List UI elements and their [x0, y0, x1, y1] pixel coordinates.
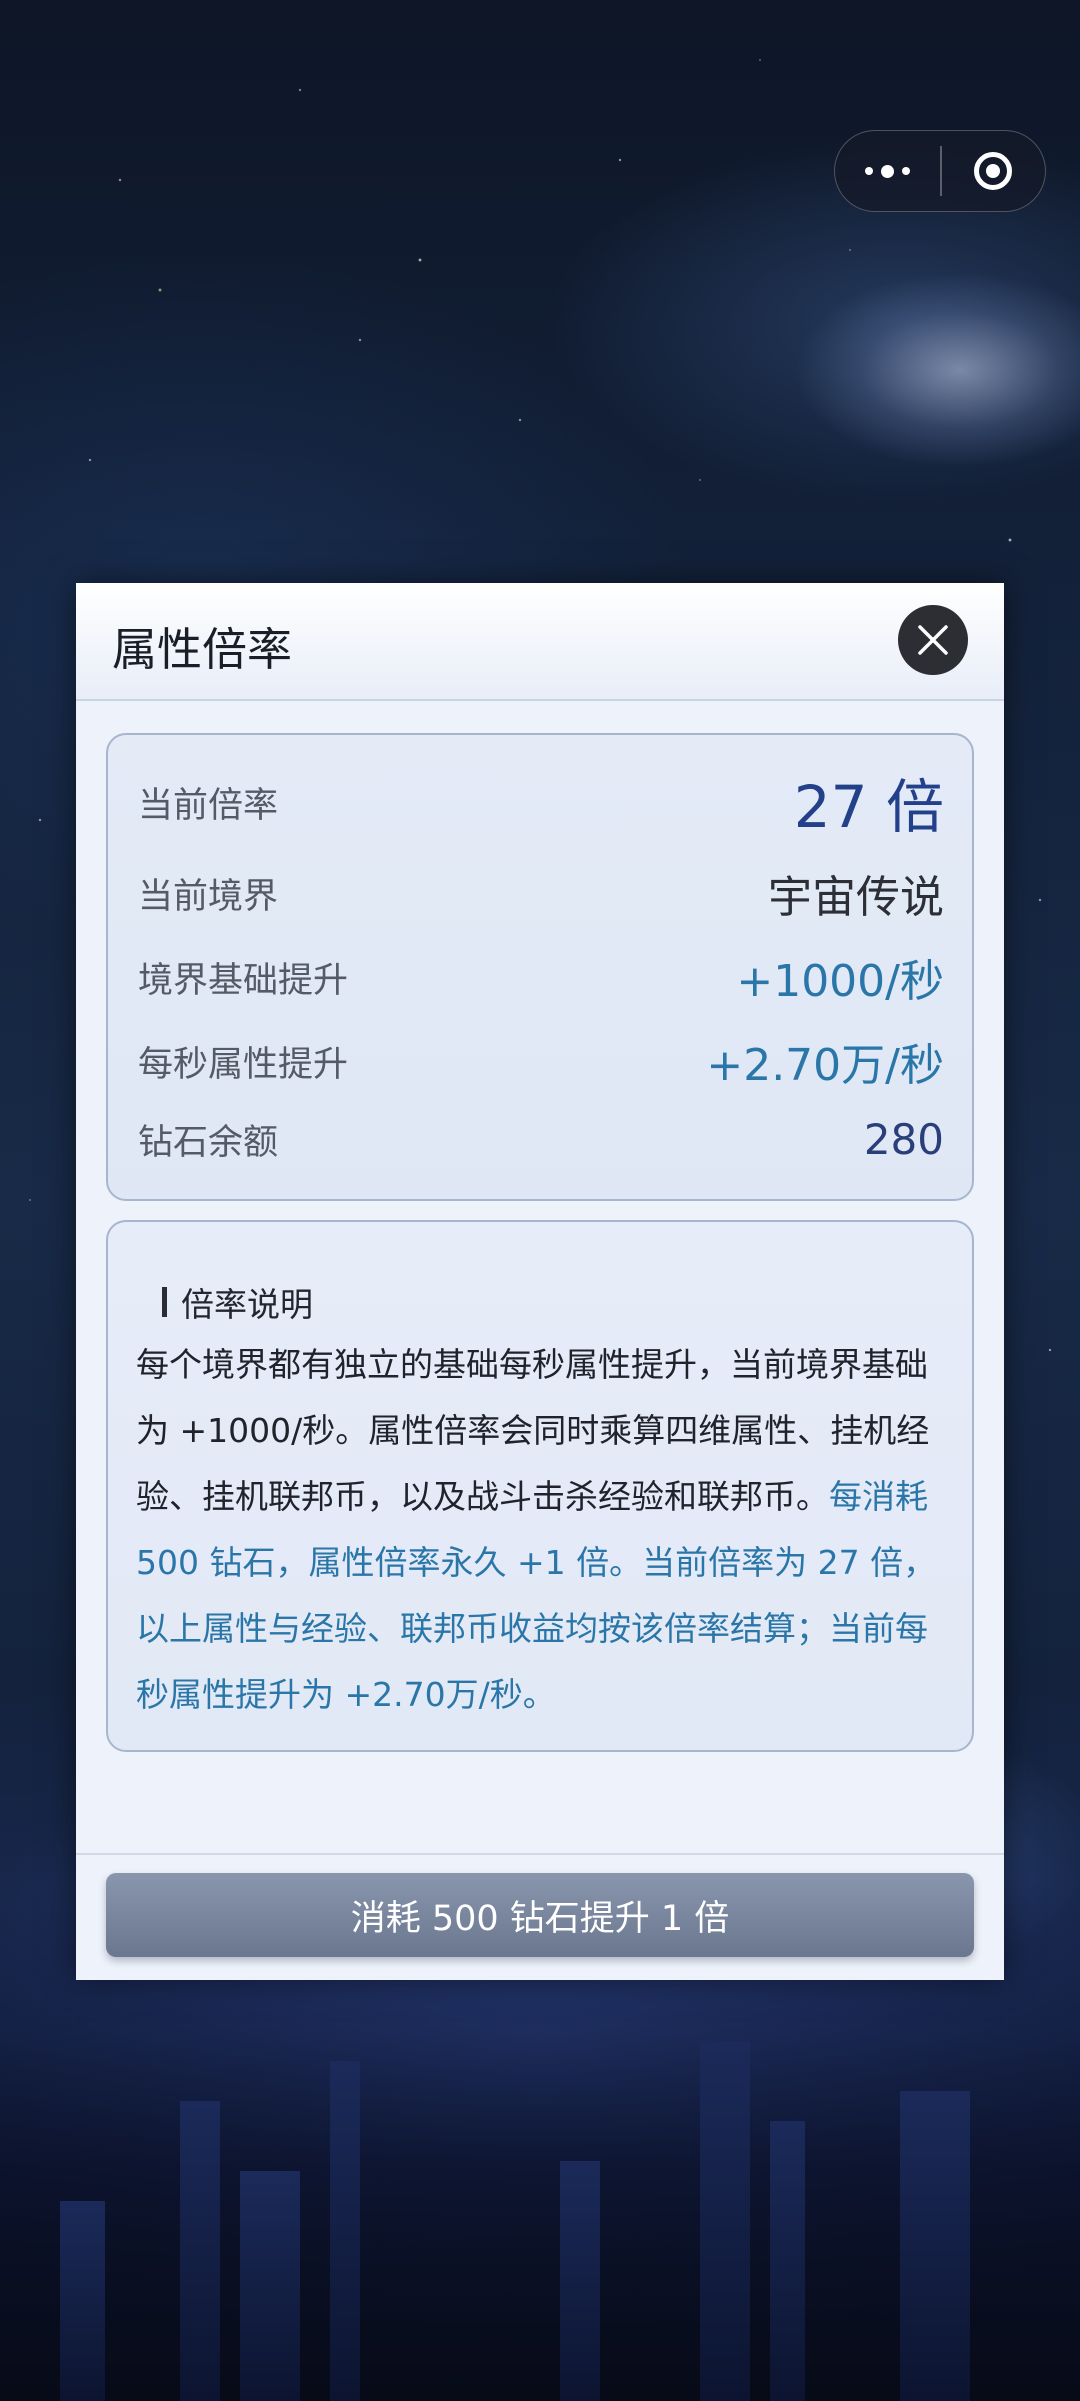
mini-program-capsule — [834, 130, 1046, 212]
modal-header: 属性倍率 — [76, 583, 1004, 701]
multiplier-modal: 属性倍率 当前倍率 27 倍 当前境界 宇宙传说 境界基础提升 +1000/秒 … — [76, 583, 1004, 1980]
stat-label: 境界基础提升 — [138, 960, 349, 1001]
stat-label: 钻石余额 — [138, 1122, 279, 1163]
stat-label: 当前倍率 — [138, 785, 279, 826]
stat-label: 当前境界 — [138, 876, 279, 917]
stat-row-base-boost: 境界基础提升 +1000/秒 — [138, 947, 944, 1007]
stat-label: 每秒属性提升 — [138, 1044, 349, 1085]
current-realm-value: 宇宙传说 — [768, 872, 944, 923]
description-body: 每个境界都有独立的基础每秒属性提升，当前境界基础为 +1000/秒。属性倍率会同… — [136, 1345, 930, 1516]
description-text: 每个境界都有独立的基础每秒属性提升，当前境界基础为 +1000/秒。属性倍率会同… — [136, 1332, 942, 1728]
close-button[interactable] — [898, 605, 968, 675]
stat-row-per-second: 每秒属性提升 +2.70万/秒 — [138, 1031, 944, 1091]
description-heading: 倍率说明 — [162, 1278, 313, 1326]
stat-row-diamonds: 钻石余额 280 — [138, 1111, 944, 1167]
diamond-balance-value: 280 — [863, 1114, 944, 1164]
stat-row-multiplier: 当前倍率 27 倍 — [138, 767, 944, 841]
current-multiplier-value: 27 倍 — [793, 773, 944, 841]
heading-accent-bar — [162, 1287, 167, 1317]
per-second-boost-value: +2.70万/秒 — [706, 1040, 944, 1091]
stats-card: 当前倍率 27 倍 当前境界 宇宙传说 境界基础提升 +1000/秒 每秒属性提… — [106, 733, 974, 1201]
upgrade-multiplier-button[interactable]: 消耗 500 钻石提升 1 倍 — [106, 1873, 974, 1957]
modal-title: 属性倍率 — [112, 623, 293, 676]
stat-row-realm: 当前境界 宇宙传说 — [138, 863, 944, 923]
base-boost-value: +1000/秒 — [736, 956, 944, 1007]
description-heading-text: 倍率说明 — [181, 1285, 313, 1324]
more-dots-icon[interactable] — [835, 131, 940, 211]
description-card: 倍率说明 每个境界都有独立的基础每秒属性提升，当前境界基础为 +1000/秒。属… — [106, 1220, 974, 1752]
target-ring-icon[interactable] — [942, 131, 1046, 211]
close-icon — [918, 625, 948, 655]
modal-footer: 消耗 500 钻石提升 1 倍 — [76, 1853, 1004, 1980]
